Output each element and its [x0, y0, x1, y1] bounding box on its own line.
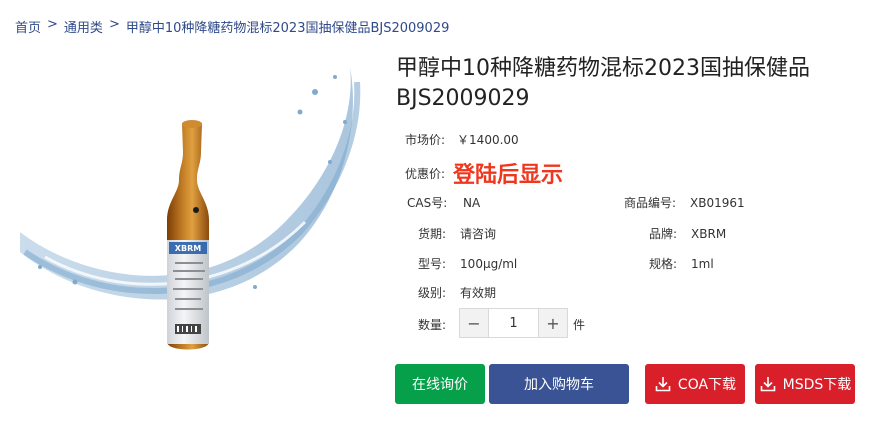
cas-label: CAS号:	[407, 196, 448, 210]
product-image: XBRM	[20, 67, 361, 350]
product-code-row: 商品编号: XB01961	[624, 194, 745, 211]
cas-row: CAS号: NA	[407, 194, 480, 211]
market-price-label: 市场价:	[405, 133, 446, 147]
stock-value: 请咨询	[460, 227, 497, 241]
grade-value: 有效期	[460, 286, 497, 300]
add-to-cart-label: 加入购物车	[524, 377, 594, 393]
product-title: 甲醇中10种降糖药物混标2023国抽保健品BJS2009029	[396, 56, 810, 111]
online-inquiry-button[interactable]: 在线询价	[395, 364, 485, 404]
product-code-value: XB01961	[690, 195, 745, 210]
quantity-stepper: − 1 +	[459, 308, 568, 338]
model-label: 型号:	[418, 257, 447, 271]
quantity-unit-row: 件	[573, 316, 585, 333]
product-code-label: 商品编号:	[624, 196, 677, 210]
quantity-decrease-button[interactable]: −	[460, 309, 488, 337]
ampoule-vial: XBRM	[167, 120, 209, 350]
breadcrumb-current-link[interactable]: 甲醇中10种降糖药物混标2023国抽保健品BJS2009029	[126, 17, 450, 36]
quantity-label: 数量:	[418, 318, 447, 332]
vial-brand-label: XBRM	[175, 244, 201, 253]
spec-value: 1ml	[691, 256, 714, 271]
breadcrumb-separator: >	[47, 17, 58, 32]
add-to-cart-button[interactable]: 加入购物车	[489, 364, 629, 404]
model-row: 型号: 100µg/ml	[418, 255, 517, 272]
promo-price-label: 优惠价:	[405, 166, 446, 181]
cas-value: NA	[463, 195, 481, 210]
promo-price-value[interactable]: 登陆后显示	[453, 157, 563, 189]
breadcrumb: 首页 > 通用类 > 甲醇中10种降糖药物混标2023国抽保健品BJS20090…	[15, 17, 449, 36]
quantity-row: 数量:	[418, 316, 446, 333]
spec-row: 规格: 1ml	[649, 255, 714, 272]
stock-row: 货期: 请咨询	[418, 225, 496, 242]
grade-label: 级别:	[418, 286, 447, 300]
brand-value: XBRM	[691, 226, 727, 241]
breadcrumb-home-link[interactable]: 首页	[15, 17, 41, 36]
quantity-increase-button[interactable]: +	[539, 309, 567, 337]
coa-download-button[interactable]: COA下载	[645, 364, 745, 404]
msds-download-button[interactable]: MSDS下载	[755, 364, 855, 404]
quantity-unit: 件	[573, 318, 586, 332]
brand-label: 品牌:	[649, 227, 678, 241]
msds-download-label: MSDS下载	[782, 377, 852, 393]
promo-price-row: 优惠价: 登陆后显示	[405, 157, 563, 189]
market-price-value: ￥1400.00	[457, 133, 519, 147]
breadcrumb-category-link[interactable]: 通用类	[64, 17, 103, 36]
spec-label: 规格:	[649, 257, 678, 271]
grade-row: 级别: 有效期	[418, 284, 496, 301]
brand-row: 品牌: XBRM	[649, 225, 726, 242]
quantity-input[interactable]: 1	[488, 309, 539, 337]
model-value: 100µg/ml	[460, 256, 518, 271]
download-icon	[760, 377, 775, 392]
download-icon	[655, 377, 671, 392]
online-inquiry-label: 在线询价	[412, 377, 468, 393]
stock-label: 货期:	[418, 227, 447, 241]
market-price-row: 市场价: ￥1400.00	[405, 131, 519, 148]
coa-download-label: COA下载	[677, 377, 737, 393]
breadcrumb-separator: >	[108, 17, 120, 32]
